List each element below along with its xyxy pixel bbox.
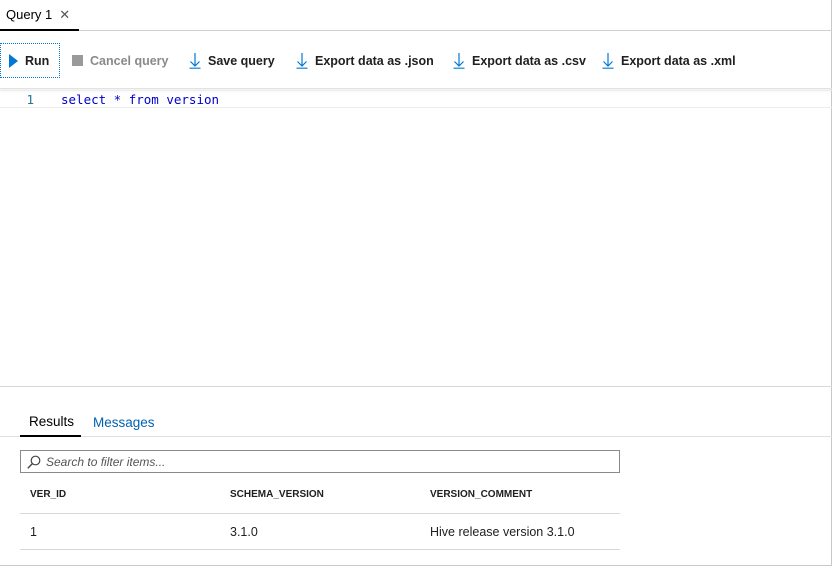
table-row[interactable]: 1 3.1.0 Hive release version 3.1.0 [20, 514, 620, 550]
download-arrow-icon [189, 53, 201, 69]
cancel-query-button[interactable]: Cancel query [72, 43, 169, 78]
download-arrow-icon [296, 53, 308, 69]
export-json-button[interactable]: Export data as .json [296, 43, 434, 78]
grid-header: VER_ID SCHEMA_VERSION VERSION_COMMENT [20, 476, 620, 514]
results-tab-bar: Results Messages [0, 408, 832, 437]
save-query-button[interactable]: Save query [189, 43, 275, 78]
tab-label: Query 1 [6, 7, 53, 22]
tab-query-1[interactable]: Query 1 ✕ [0, 0, 79, 31]
export-xml-label: Export data as .xml [621, 53, 736, 68]
download-arrow-icon [602, 53, 614, 69]
results-grid: VER_ID SCHEMA_VERSION VERSION_COMMENT 1 … [20, 476, 620, 550]
cell-ver-id: 1 [30, 524, 37, 539]
run-button[interactable]: Run [0, 43, 60, 78]
filter-box[interactable] [20, 450, 620, 473]
export-csv-label: Export data as .csv [472, 53, 586, 68]
export-csv-button[interactable]: Export data as .csv [453, 43, 586, 78]
tab-messages[interactable]: Messages [93, 408, 155, 437]
code-text[interactable]: select * from version [61, 92, 219, 107]
cell-schema-version: 3.1.0 [230, 524, 258, 539]
play-icon [9, 53, 18, 68]
export-xml-button[interactable]: Export data as .xml [602, 43, 736, 78]
export-json-label: Export data as .json [315, 53, 434, 68]
cancel-query-label: Cancel query [90, 53, 169, 68]
line-number: 1 [26, 92, 34, 107]
save-query-label: Save query [208, 53, 275, 68]
code-line[interactable]: 1 select * from version [0, 90, 832, 108]
search-icon [27, 455, 41, 469]
filter-input[interactable] [46, 454, 586, 469]
column-header-ver-id[interactable]: VER_ID [20, 476, 220, 513]
download-arrow-icon [453, 53, 465, 69]
column-header-schema-version[interactable]: SCHEMA_VERSION [220, 476, 420, 513]
tab-results[interactable]: Results [20, 408, 81, 437]
stop-icon [72, 55, 83, 66]
app-frame: Query 1 ✕ Run Cancel query Save query Ex… [0, 0, 832, 566]
column-header-version-comment[interactable]: VERSION_COMMENT [420, 476, 620, 513]
run-button-label: Run [25, 53, 50, 68]
tab-strip: Query 1 ✕ [0, 0, 832, 31]
query-editor[interactable]: 1 select * from version [0, 90, 832, 387]
cell-version-comment: Hive release version 3.1.0 [430, 524, 575, 539]
query-toolbar: Run Cancel query Save query Export data … [0, 31, 832, 89]
close-icon[interactable]: ✕ [59, 8, 70, 21]
